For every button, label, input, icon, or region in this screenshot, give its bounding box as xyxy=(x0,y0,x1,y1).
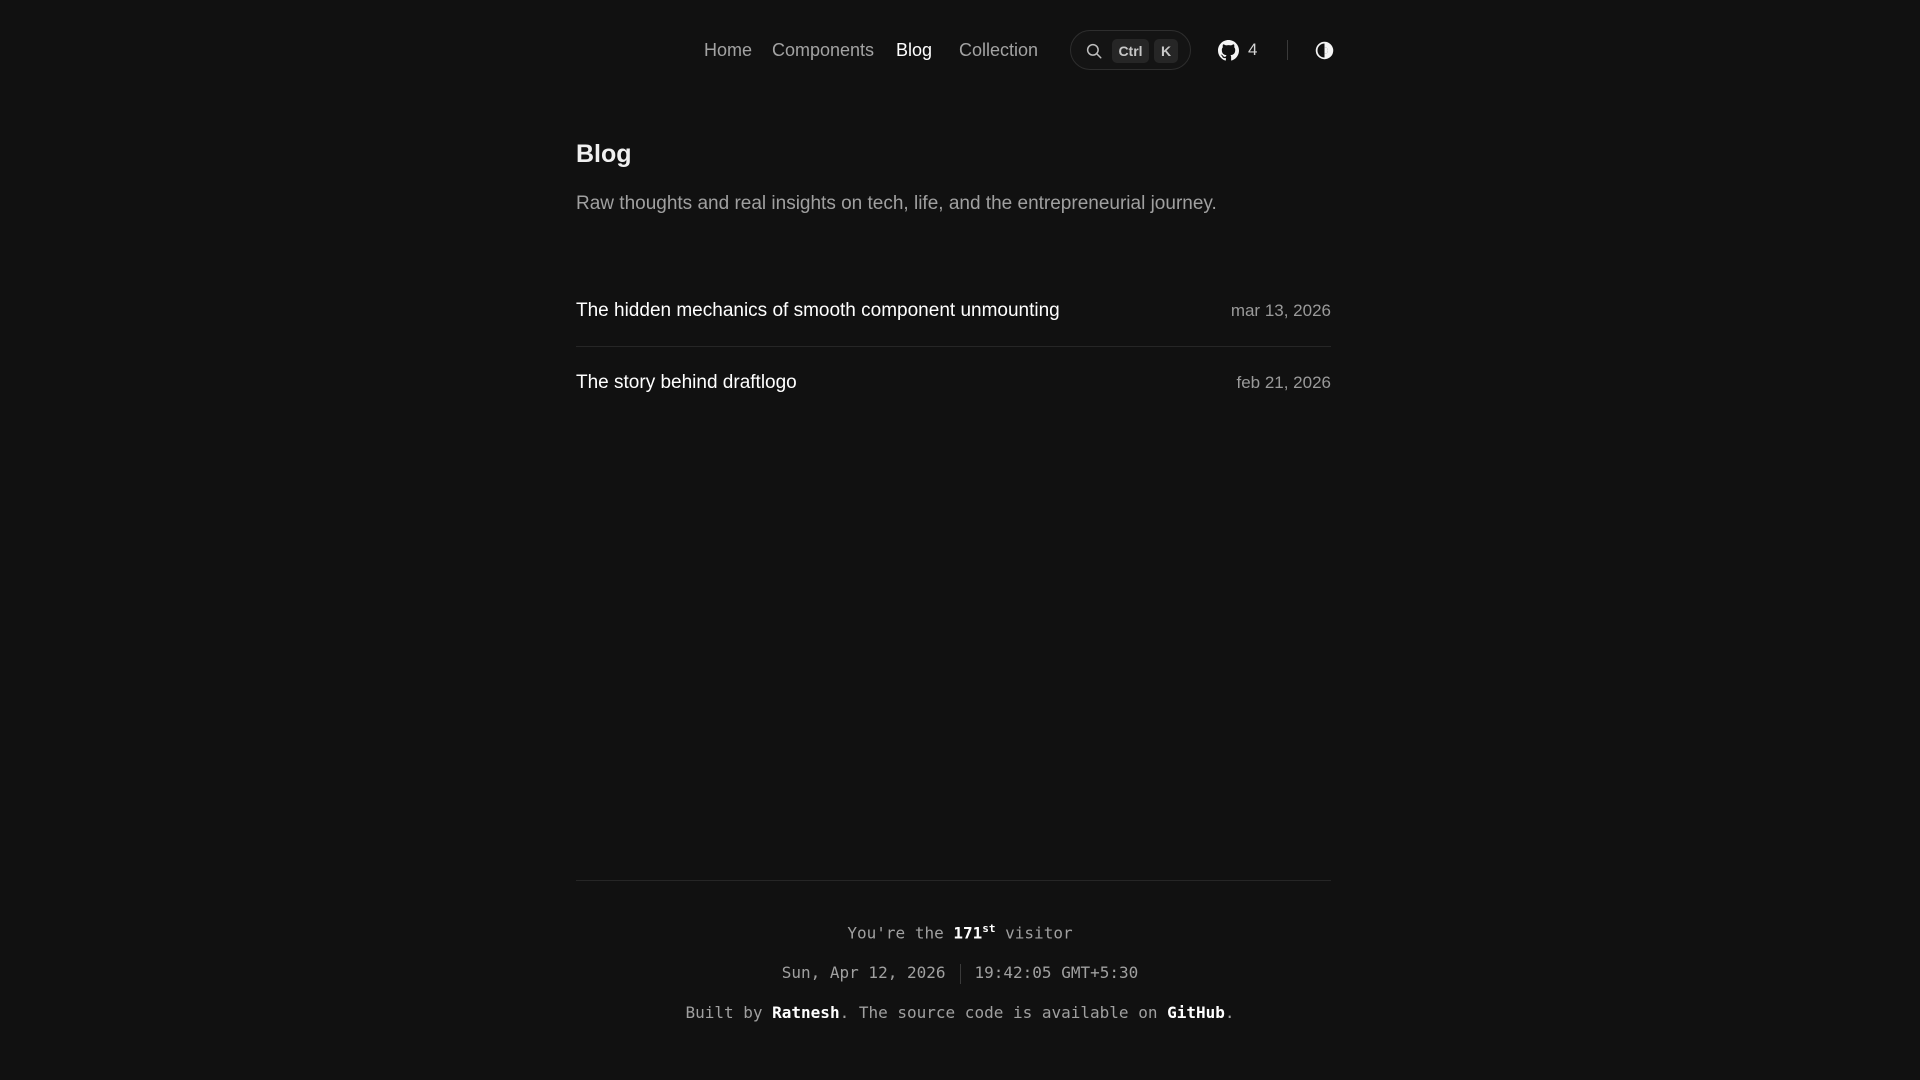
visitor-prefix: You're the xyxy=(847,923,944,943)
datetime-divider xyxy=(959,963,961,984)
nav-divider xyxy=(1287,40,1288,60)
search-icon xyxy=(1086,43,1102,59)
post-list: The hidden mechanics of smooth component… xyxy=(576,286,1331,408)
visitor-count: 171 xyxy=(953,923,983,943)
built-middle: . The source code is available on xyxy=(839,1003,1158,1022)
search-button[interactable]: Ctrl K xyxy=(1070,30,1191,70)
visitor-ordinal: st xyxy=(982,922,996,935)
post-date: feb 21, 2026 xyxy=(1236,373,1331,392)
nav-components-link[interactable]: Components xyxy=(772,30,874,70)
author-link[interactable]: Ratnesh xyxy=(772,1003,839,1022)
post-title: The story behind draftlogo xyxy=(576,372,797,393)
built-prefix: Built by xyxy=(685,1003,763,1022)
github-stars-link[interactable]: 4 xyxy=(1218,30,1264,70)
post-title: The hidden mechanics of smooth component… xyxy=(576,300,1060,321)
footer-time: 19:42:05 GMT+5:30 xyxy=(974,963,1139,982)
footer-datetime: Sun, Apr 12, 2026 19:42:05 GMT+5:30 xyxy=(0,963,1920,984)
shortcut-key-k: K xyxy=(1154,39,1178,63)
page: Home Components Blog Collection Ctrl K 4 xyxy=(0,0,1920,1080)
nav-collection-link[interactable]: Collection xyxy=(959,30,1038,70)
nav-home-link[interactable]: Home xyxy=(704,30,752,70)
page-description: Raw thoughts and real insights on tech, … xyxy=(576,193,1217,214)
theme-toggle-icon[interactable] xyxy=(1314,40,1335,61)
nav-blog-link[interactable]: Blog xyxy=(896,30,932,70)
github-icon xyxy=(1218,40,1239,61)
footer-credits: Built by Ratnesh. The source code is ava… xyxy=(0,1003,1920,1022)
top-nav: Home Components Blog Collection Ctrl K 4 xyxy=(0,30,1920,70)
built-suffix: . xyxy=(1224,1003,1235,1022)
post-date: mar 13, 2026 xyxy=(1230,301,1331,320)
page-title: Blog xyxy=(576,140,632,168)
footer-divider xyxy=(576,880,1331,881)
footer-date: Sun, Apr 12, 2026 xyxy=(781,963,946,982)
source-github-link[interactable]: GitHub xyxy=(1167,1003,1225,1022)
post-item[interactable]: The story behind draftlogo feb 21, 2026 xyxy=(576,347,1331,408)
visitor-suffix: visitor xyxy=(1005,923,1073,943)
shortcut-key-ctrl: Ctrl xyxy=(1112,39,1149,63)
github-star-count: 4 xyxy=(1248,40,1258,59)
visitor-counter: You're the 171st visitor xyxy=(0,922,1920,942)
post-item[interactable]: The hidden mechanics of smooth component… xyxy=(576,286,1331,347)
